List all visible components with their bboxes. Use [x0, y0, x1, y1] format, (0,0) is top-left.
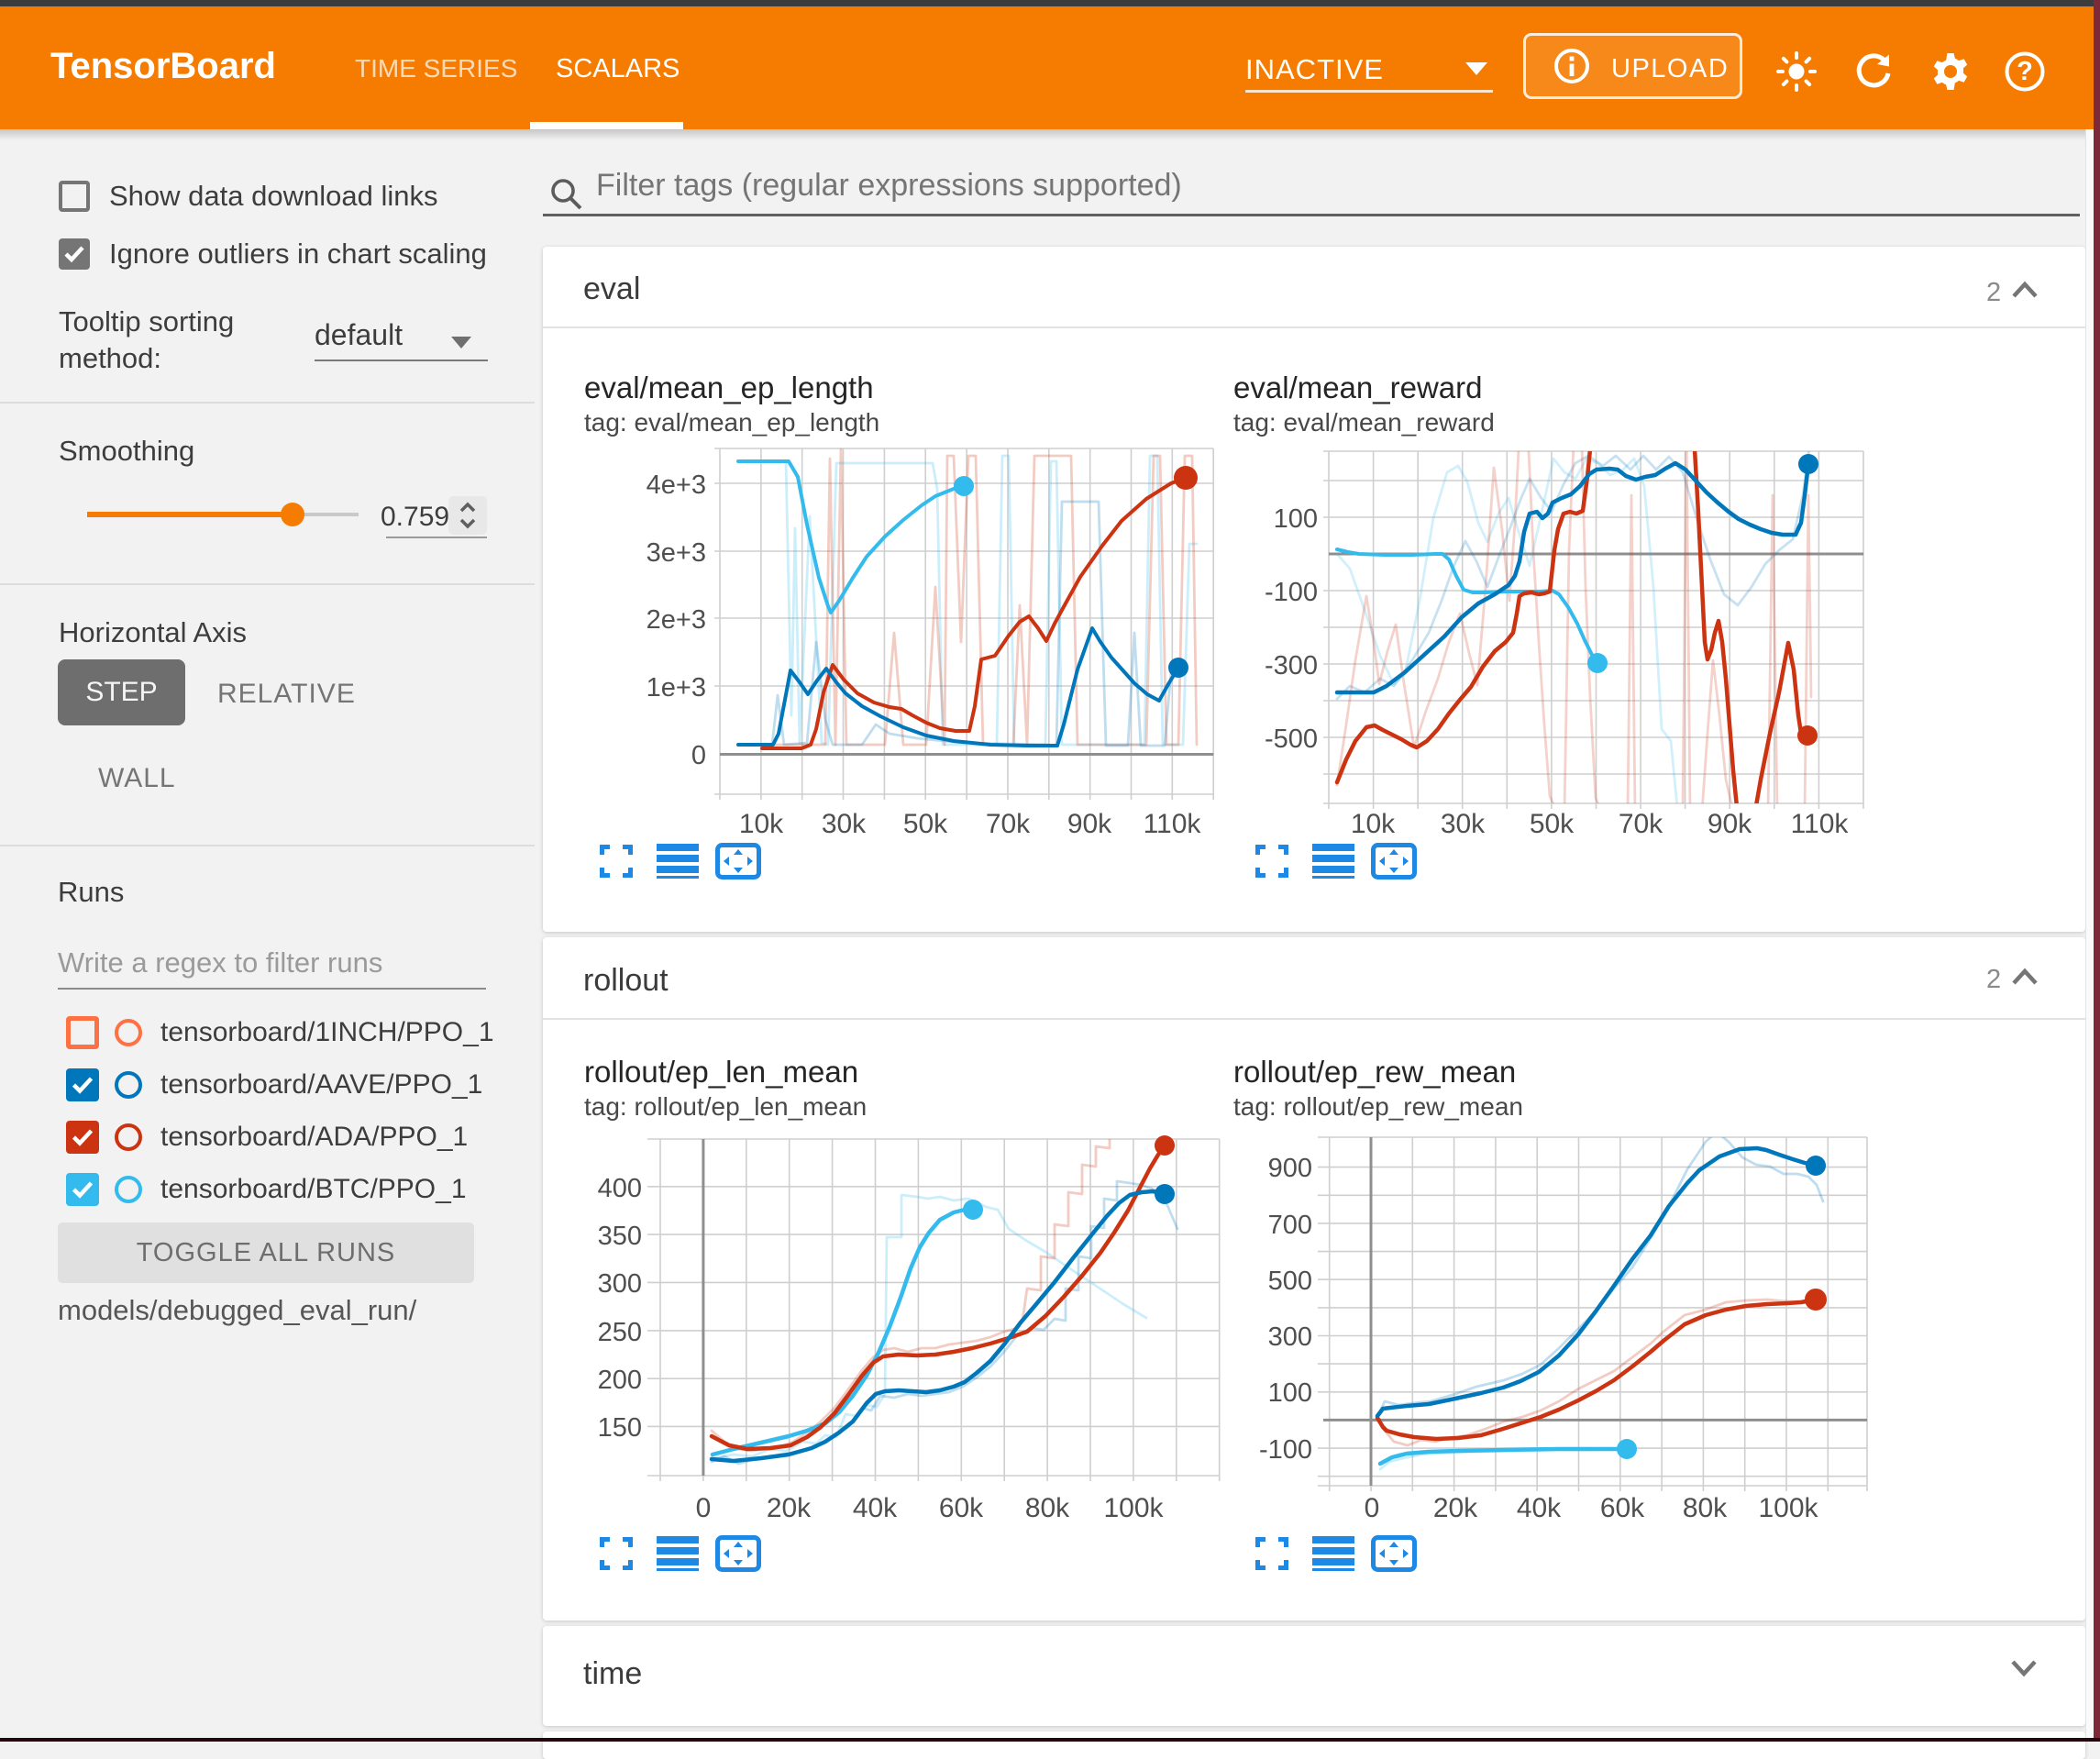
svg-text:60k: 60k — [939, 1493, 984, 1523]
svg-text:1e+3: 1e+3 — [647, 673, 706, 702]
svg-text:100: 100 — [1274, 504, 1318, 534]
svg-text:400: 400 — [598, 1174, 642, 1203]
svg-text:90k: 90k — [1067, 809, 1112, 839]
svg-text:-100: -100 — [1265, 578, 1318, 607]
svg-text:110k: 110k — [1791, 809, 1850, 839]
svg-text:?: ? — [2017, 57, 2033, 86]
svg-text:350: 350 — [598, 1222, 642, 1251]
svg-text:150: 150 — [598, 1413, 642, 1443]
svg-text:10k: 10k — [1351, 809, 1396, 839]
svg-text:3e+3: 3e+3 — [647, 538, 706, 568]
svg-text:50k: 50k — [903, 809, 948, 839]
svg-text:20k: 20k — [1433, 1493, 1478, 1523]
svg-text:0: 0 — [696, 1493, 712, 1523]
svg-text:300: 300 — [598, 1269, 642, 1299]
svg-text:2e+3: 2e+3 — [647, 605, 706, 635]
svg-text:60k: 60k — [1600, 1493, 1645, 1523]
svg-text:90k: 90k — [1708, 809, 1752, 839]
svg-text:100k: 100k — [1758, 1493, 1818, 1523]
svg-text:50k: 50k — [1530, 809, 1575, 839]
svg-text:0: 0 — [691, 741, 706, 770]
svg-text:80k: 80k — [1025, 1493, 1070, 1523]
svg-text:110k: 110k — [1144, 809, 1202, 839]
svg-text:4e+3: 4e+3 — [647, 470, 706, 500]
svg-text:500: 500 — [1268, 1267, 1312, 1296]
svg-text:-500: -500 — [1265, 725, 1318, 754]
svg-text:40k: 40k — [1517, 1493, 1562, 1523]
svg-text:700: 700 — [1268, 1211, 1312, 1240]
svg-text:0: 0 — [1365, 1493, 1380, 1523]
svg-text:-300: -300 — [1265, 651, 1318, 680]
svg-text:40k: 40k — [853, 1493, 898, 1523]
svg-text:70k: 70k — [986, 809, 1031, 839]
svg-text:30k: 30k — [1441, 809, 1486, 839]
svg-text:30k: 30k — [822, 809, 867, 839]
svg-text:200: 200 — [598, 1366, 642, 1395]
svg-text:100: 100 — [1268, 1378, 1312, 1408]
svg-text:10k: 10k — [739, 809, 784, 839]
svg-text:250: 250 — [598, 1318, 642, 1347]
svg-text:20k: 20k — [767, 1493, 812, 1523]
svg-text:80k: 80k — [1683, 1493, 1728, 1523]
svg-text:300: 300 — [1268, 1322, 1312, 1352]
svg-text:-100: -100 — [1259, 1435, 1312, 1465]
svg-text:100k: 100k — [1103, 1493, 1164, 1523]
svg-text:70k: 70k — [1619, 809, 1663, 839]
svg-text:900: 900 — [1268, 1154, 1312, 1183]
